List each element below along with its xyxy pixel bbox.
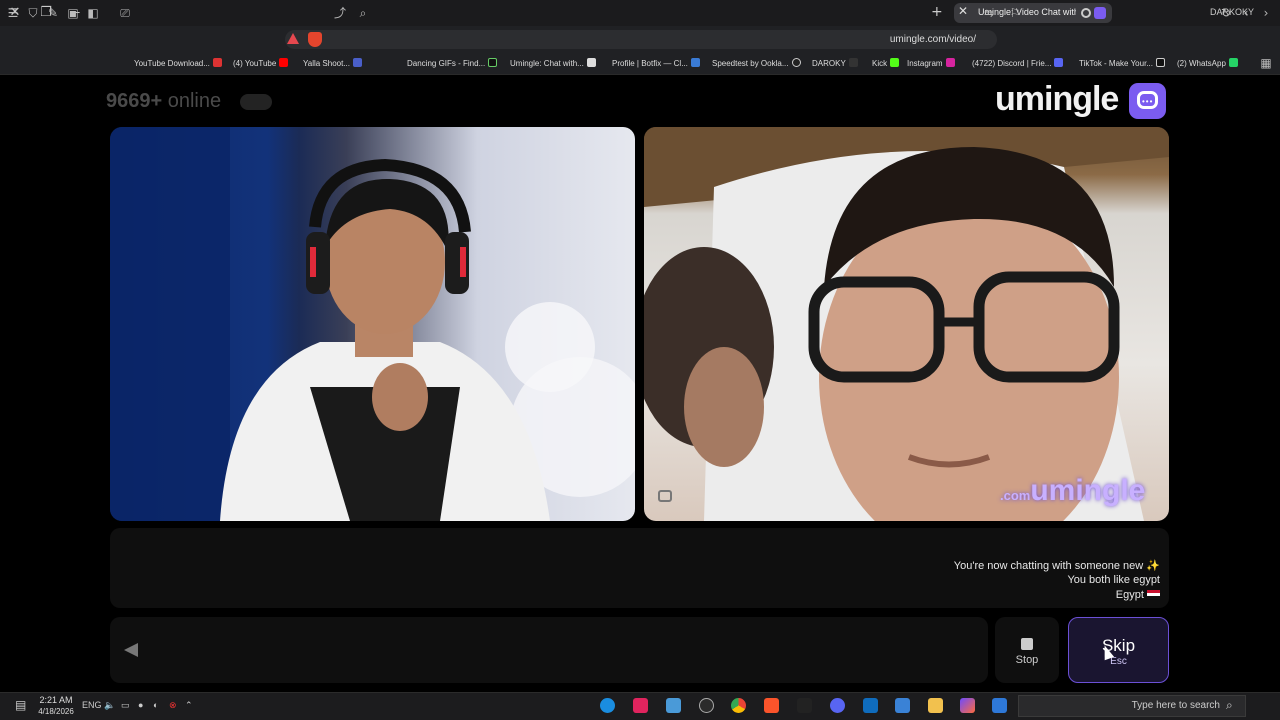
- youtube-icon: [279, 58, 289, 67]
- reload-icon[interactable]: ↻: [1218, 5, 1234, 21]
- forward-icon[interactable]: ›: [1258, 5, 1274, 21]
- shield-icon[interactable]: ⛉: [25, 5, 41, 21]
- menu-icon[interactable]: ☰: [5, 5, 21, 21]
- obs-icon[interactable]: [699, 698, 714, 713]
- stranger-video-feed: [644, 127, 1169, 521]
- online-counter: 9669+ online: [106, 90, 221, 113]
- chat-country: Egypt: [1116, 589, 1160, 601]
- botfix-icon: [690, 58, 700, 67]
- kick-icon: [890, 58, 900, 67]
- media-player-icon[interactable]: [600, 698, 615, 713]
- language-indicator[interactable]: ENG: [82, 700, 102, 710]
- youtube-download-icon: [212, 58, 222, 67]
- brave-shields-icon[interactable]: [308, 32, 322, 47]
- bookmarks-overflow-icon[interactable]: ▦: [1258, 55, 1274, 71]
- clock-date[interactable]: 4/18/2026: [36, 707, 76, 716]
- stop-icon: [1021, 638, 1033, 650]
- message-input[interactable]: [110, 617, 988, 683]
- online-label: online: [167, 90, 222, 112]
- network-icon[interactable]: ▭: [121, 700, 130, 711]
- capcut-icon[interactable]: [633, 698, 648, 713]
- file-explorer-icon[interactable]: [928, 698, 943, 713]
- chat-bubble-logo-icon[interactable]: •••: [1129, 83, 1166, 119]
- bookmark-instagram[interactable]: Instagram: [907, 58, 955, 70]
- active-tab[interactable]: ✕ Umingle: Video Chat with Str...: [954, 3, 1112, 23]
- microphone-icon[interactable]: ●: [138, 700, 143, 710]
- share-icon[interactable]: ⤴: [332, 5, 348, 21]
- discord-icon: [1054, 58, 1064, 67]
- bookmark-youtube[interactable]: (4) YouTube: [233, 58, 289, 70]
- bookmark-yalla-shoot[interactable]: Yalla Shoot...: [303, 58, 362, 70]
- tiktok-icon: [1155, 58, 1165, 67]
- back-icon[interactable]: ‹: [1238, 5, 1254, 21]
- brave-icon[interactable]: [764, 698, 779, 713]
- bookmark-botfix[interactable]: Profile | Botfix — Cl...: [612, 58, 700, 70]
- daroky-icon: [848, 58, 858, 67]
- send-icon[interactable]: [124, 643, 138, 657]
- search-icon: ⌕: [1226, 698, 1233, 712]
- chrome-icon[interactable]: [731, 698, 746, 713]
- instagram-icon: [945, 58, 955, 67]
- screenshot-icon[interactable]: ⎚: [117, 5, 133, 21]
- yalla-shoot-icon: [353, 58, 362, 67]
- show-hidden-icons-icon[interactable]: ⌃: [185, 700, 193, 711]
- self-video-feed: [110, 127, 635, 521]
- alert-triangle-icon[interactable]: [287, 33, 299, 44]
- whatsapp-icon: [1228, 58, 1238, 67]
- store-icon[interactable]: [895, 698, 910, 713]
- bookmark-speedtest[interactable]: Speedtest by Ookla...: [712, 58, 801, 70]
- audio-app-icon[interactable]: [797, 698, 812, 713]
- chat-system-message: You're now chatting with someone new ✨: [953, 560, 1160, 572]
- zoom-icon[interactable]: ⌕: [355, 5, 371, 21]
- tray-app-icon[interactable]: ◐: [153, 700, 158, 710]
- egypt-flag-icon: [1147, 590, 1160, 599]
- bookmark-umingle[interactable]: Umingle: Chat with...: [510, 58, 596, 70]
- bookmark-discord[interactable]: (4722) Discord | Frie...: [972, 58, 1064, 70]
- extensions-icon[interactable]: ✎: [45, 5, 61, 21]
- volume-icon[interactable]: 🔈: [104, 700, 115, 711]
- close-tab-icon[interactable]: ✕: [958, 4, 968, 18]
- report-flag-icon[interactable]: [658, 490, 672, 502]
- umingle-bookmark-icon: [586, 58, 596, 67]
- discord-taskbar-icon[interactable]: [830, 698, 845, 713]
- site-settings-icon[interactable]: ⇋: [981, 5, 997, 21]
- logo-wordmark[interactable]: umingle: [995, 80, 1119, 119]
- stop-button[interactable]: [995, 617, 1059, 683]
- sparkle-icon: ✨: [1143, 560, 1160, 572]
- copilot-icon[interactable]: [960, 698, 975, 713]
- url-text[interactable]: umingle.com/video/: [888, 34, 976, 45]
- speedtest-icon: [791, 58, 801, 67]
- bookmark-whatsapp[interactable]: (2) WhatsApp: [1177, 58, 1238, 70]
- mail-icon[interactable]: [863, 698, 878, 713]
- stranger-video-scene: [644, 127, 1169, 521]
- bookmark-daroky[interactable]: DAROKY: [812, 58, 858, 70]
- skip-shortcut: Esc: [1110, 656, 1127, 667]
- new-tab-button[interactable]: +: [931, 4, 943, 20]
- clock-time[interactable]: 2:21 AM: [36, 695, 76, 705]
- bookmark-tiktok[interactable]: TikTok - Make Your...: [1079, 58, 1165, 70]
- umingle-favicon-icon: [1094, 7, 1106, 19]
- giphy-icon: [488, 58, 498, 67]
- bookmark-youtube-download[interactable]: YouTube Download...: [134, 58, 222, 70]
- edge-icon[interactable]: [992, 698, 1007, 713]
- skip-label: Skip: [1101, 636, 1136, 655]
- bookmark-kick[interactable]: Kick: [872, 58, 900, 70]
- bookmark-icon[interactable]: ⚐: [1007, 5, 1023, 21]
- search-placeholder: Type here to search: [1131, 700, 1220, 711]
- self-video-scene: [110, 127, 635, 521]
- online-count: 9669+: [106, 90, 163, 112]
- files-app-icon[interactable]: [666, 698, 681, 713]
- sidebar-icon[interactable]: ◧: [85, 5, 101, 21]
- umingle-watermark: .comumingle: [1000, 474, 1146, 507]
- tab-groups-icon[interactable]: ▣: [65, 5, 81, 21]
- notifications-icon[interactable]: ▤: [15, 698, 26, 712]
- recording-indicator-icon: [1081, 8, 1091, 18]
- stop-label: Stop: [1015, 654, 1039, 666]
- theme-toggle[interactable]: [240, 94, 272, 110]
- record-tray-icon[interactable]: ⊗: [169, 700, 177, 711]
- chat-common-interest: You both like egypt: [1067, 574, 1160, 586]
- bookmark-dancing-gifs[interactable]: Dancing GIFs - Find...: [407, 58, 498, 70]
